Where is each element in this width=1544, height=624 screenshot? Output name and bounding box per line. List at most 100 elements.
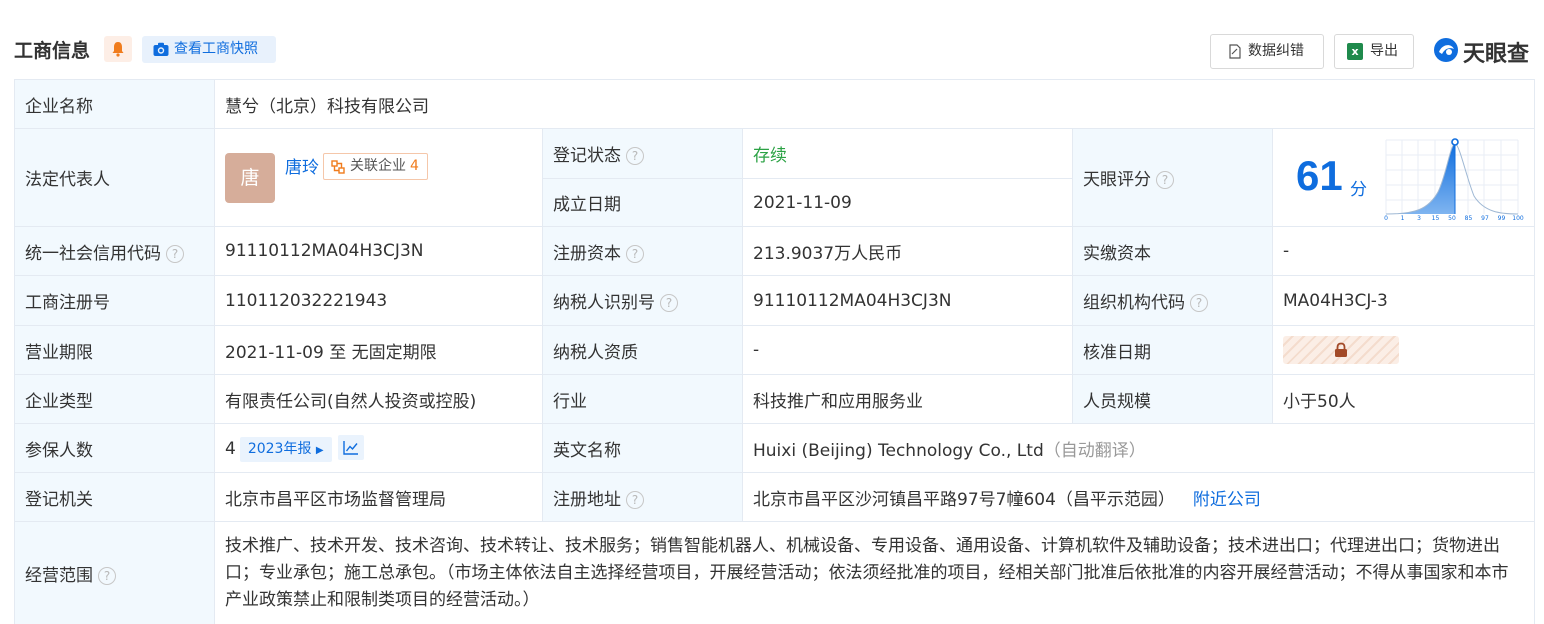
label-industry: 行业 bbox=[542, 374, 743, 424]
table-row: 参保人数 4 2023年报 ▶ 英文名称 Huixi (Beijing) Tech… bbox=[14, 423, 1535, 473]
score-axis-tick-label: 85 bbox=[1465, 215, 1473, 220]
line-chart-icon bbox=[342, 440, 358, 455]
score-distribution-chart: 0 1 3 15 50 85 97 99 100 bbox=[1384, 138, 1524, 220]
table-row: 统一社会信用代码? 91110112MA04H3CJ3N 注册资本? 213.9… bbox=[14, 226, 1535, 276]
legal-rep-name[interactable]: 唐玲 bbox=[285, 153, 319, 178]
legal-rep-cell: 唐唐玲 关联企业 4 bbox=[214, 128, 543, 227]
related-companies-count: 4 bbox=[410, 157, 419, 174]
label-company-type: 企业类型 bbox=[14, 374, 215, 424]
reg-address: 北京市昌平区沙河镇昌平路97号7幢604（昌平示范园） bbox=[753, 489, 1175, 510]
score-curve-area bbox=[1386, 143, 1455, 214]
annual-report-badge[interactable]: 2023年报 ▶ bbox=[239, 436, 332, 462]
lock-icon bbox=[1335, 342, 1347, 357]
label-insured: 参保人数 bbox=[14, 423, 215, 473]
label-reg-number: 工商注册号 bbox=[14, 275, 215, 326]
label-tianyan-score: 天眼评分? bbox=[1072, 128, 1273, 227]
table-row: 登记机关 北京市昌平区市场监督管理局 注册地址? 北京市昌平区沙河镇昌平路97号… bbox=[14, 472, 1535, 522]
help-icon[interactable]: ? bbox=[626, 147, 644, 165]
annual-report-label: 2023年报 bbox=[247, 440, 312, 457]
view-snapshot-label: 查看工商快照 bbox=[174, 41, 258, 57]
related-companies-label: 关联企业 bbox=[350, 157, 406, 174]
label-tianyan-score-text: 天眼评分 bbox=[1083, 170, 1151, 190]
trend-chart-button[interactable] bbox=[337, 434, 364, 460]
score-axis-tick-label: 100 bbox=[1512, 215, 1524, 220]
staff-size: 小于50人 bbox=[1272, 374, 1535, 424]
subscribe-button[interactable] bbox=[104, 36, 132, 62]
org-code: MA04H3CJ-3 bbox=[1272, 275, 1535, 326]
score-axis-tick-label: 97 bbox=[1481, 215, 1489, 220]
table-row: 企业名称 慧兮（北京）科技有限公司 bbox=[14, 79, 1535, 129]
taxpayer-qual: - bbox=[742, 325, 1073, 375]
label-reg-status-text: 登记状态 bbox=[553, 146, 621, 166]
help-icon[interactable]: ? bbox=[98, 567, 116, 585]
help-icon[interactable]: ? bbox=[166, 244, 184, 263]
table-row: 工商注册号 110112032221943 纳税人识别号? 91110112MA… bbox=[14, 275, 1535, 326]
tianyan-score-unit: 分 bbox=[1350, 180, 1367, 200]
taxpayer-id: 91110112MA04H3CJ3N bbox=[742, 275, 1073, 326]
label-reg-status: 登记状态? bbox=[542, 128, 743, 179]
logo-text: 天眼查 bbox=[1463, 42, 1530, 67]
help-icon[interactable]: ? bbox=[626, 490, 644, 509]
score-axis-tick-label: 1 bbox=[1401, 215, 1405, 220]
tianyancha-logo-icon bbox=[1434, 38, 1458, 62]
caret-right-icon: ▶ bbox=[315, 444, 324, 456]
label-approval-date: 核准日期 bbox=[1072, 325, 1273, 375]
locked-value[interactable] bbox=[1283, 336, 1399, 364]
biz-term: 2021-11-09 至 无固定期限 bbox=[214, 325, 543, 375]
label-est-date: 成立日期 bbox=[542, 178, 743, 227]
approval-date-cell bbox=[1272, 325, 1535, 375]
reg-address-cell: 北京市昌平区沙河镇昌平路97号7幢604（昌平示范园） 附近公司 bbox=[742, 472, 1535, 522]
label-company-name: 企业名称 bbox=[14, 79, 215, 129]
related-companies-badge[interactable]: 关联企业 4 bbox=[323, 152, 428, 180]
section-title: 工商信息 bbox=[14, 40, 91, 62]
label-reg-capital-text: 注册资本 bbox=[553, 243, 621, 264]
label-org-code-text: 组织机构代码 bbox=[1083, 293, 1185, 313]
relation-icon bbox=[331, 159, 345, 174]
label-staff-size: 人员规模 bbox=[1072, 374, 1273, 424]
reg-number: 110112032221943 bbox=[214, 275, 543, 326]
score-axis-ticks: 0 1 3 15 50 85 97 99 100 bbox=[1384, 215, 1524, 220]
help-icon[interactable]: ? bbox=[626, 244, 644, 263]
insured-count: 4 bbox=[225, 438, 236, 459]
label-taxpayer-id: 纳税人识别号? bbox=[542, 275, 743, 326]
label-taxpayer-id-text: 纳税人识别号 bbox=[553, 293, 655, 313]
score-axis-tick-label: 15 bbox=[1432, 215, 1440, 220]
auto-translate-note: （自动翻译） bbox=[1043, 440, 1146, 461]
help-icon[interactable]: ? bbox=[1156, 171, 1174, 189]
label-scope-text: 经营范围 bbox=[25, 566, 93, 586]
data-correction-button[interactable]: 数据纠错 bbox=[1210, 34, 1324, 69]
label-reg-capital: 注册资本? bbox=[542, 226, 743, 276]
english-name: Huixi (Beijing) Technology Co., Ltd bbox=[753, 440, 1044, 461]
reg-capital: 213.9037万人民币 bbox=[742, 226, 1073, 276]
label-paid-capital: 实缴资本 bbox=[1072, 226, 1273, 276]
table-row: 营业期限 2021-11-09 至 无固定期限 纳税人资质 - 核准日期 bbox=[14, 325, 1535, 375]
label-taxpayer-qual: 纳税人资质 bbox=[542, 325, 743, 375]
label-biz-term: 营业期限 bbox=[14, 325, 215, 375]
camera-icon bbox=[153, 42, 169, 56]
export-label: 导出 bbox=[1370, 43, 1398, 59]
label-org-code: 组织机构代码? bbox=[1072, 275, 1273, 326]
export-button[interactable]: x 导出 bbox=[1334, 34, 1414, 69]
english-name-cell: Huixi (Beijing) Technology Co., Ltd（自动翻译… bbox=[742, 423, 1535, 473]
label-legal-rep: 法定代表人 bbox=[14, 128, 215, 227]
industry: 科技推广和应用服务业 bbox=[742, 374, 1073, 424]
table-row: 经营范围? 技术推广、技术开发、技术咨询、技术转让、技术服务；销售智能机器人、机… bbox=[14, 521, 1535, 624]
help-icon[interactable]: ? bbox=[1190, 294, 1208, 312]
insured-cell: 4 2023年报 ▶ bbox=[214, 423, 543, 473]
reg-authority: 北京市昌平区市场监督管理局 bbox=[214, 472, 543, 522]
score-axis-tick-label: 99 bbox=[1498, 215, 1506, 220]
help-icon[interactable]: ? bbox=[660, 294, 678, 312]
bell-icon bbox=[112, 42, 124, 57]
credit-code: 91110112MA04H3CJ3N bbox=[214, 226, 543, 276]
label-reg-address-text: 注册地址 bbox=[553, 489, 621, 510]
label-reg-address: 注册地址? bbox=[542, 472, 743, 522]
avatar[interactable]: 唐 bbox=[225, 152, 275, 203]
label-credit-code-text: 统一社会信用代码 bbox=[25, 243, 161, 264]
tianyan-score-value[interactable]: 61 bbox=[1296, 152, 1343, 200]
score-axis-tick-label: 0 bbox=[1384, 215, 1388, 220]
edit-document-icon bbox=[1229, 44, 1241, 59]
score-axis-tick-label: 50 bbox=[1448, 215, 1456, 220]
excel-icon: x bbox=[1347, 43, 1363, 60]
view-snapshot-button[interactable]: 查看工商快照 bbox=[142, 36, 276, 63]
nearby-companies-link[interactable]: 附近公司 bbox=[1193, 490, 1261, 510]
